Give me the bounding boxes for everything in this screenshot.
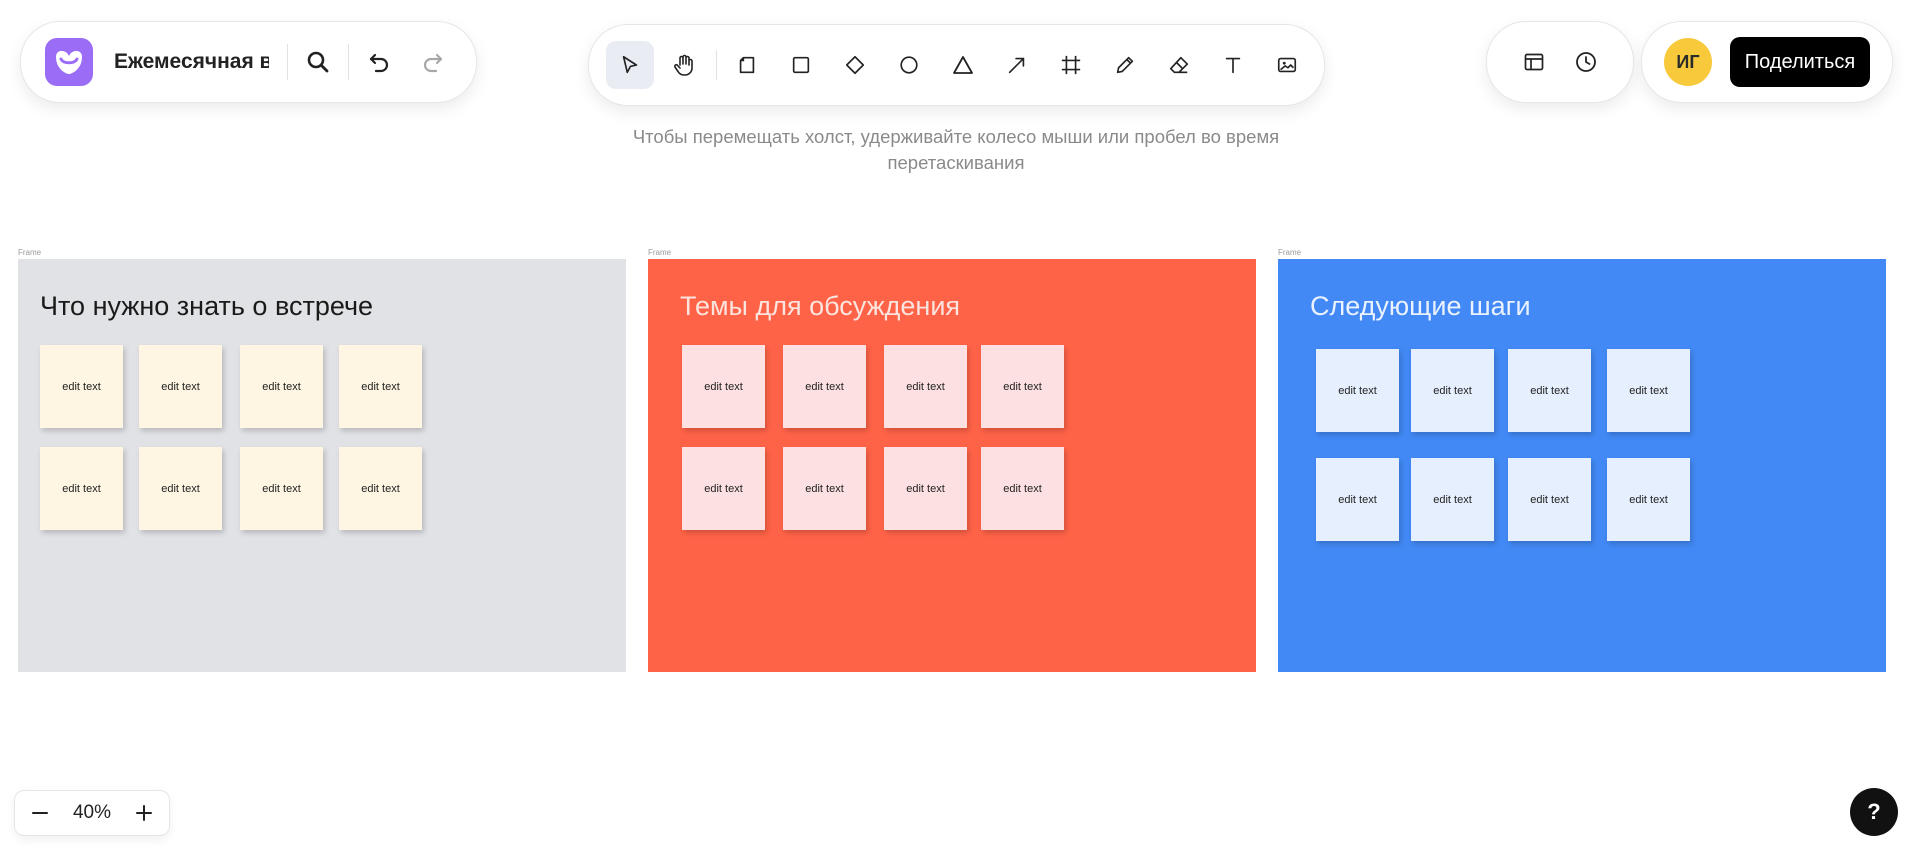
canvas[interactable]: Ежемесячная в Чтобы перемещать холст, уд… <box>0 0 1906 850</box>
user-controls: ИГ Поделиться <box>1641 21 1893 103</box>
sticky-note[interactable]: edit text <box>1316 458 1399 541</box>
image-tool[interactable] <box>1263 41 1311 89</box>
sticky-note[interactable]: edit text <box>1316 349 1399 432</box>
sticky-note[interactable]: edit text <box>783 345 866 428</box>
text-icon <box>1225 57 1241 74</box>
logo-icon <box>56 50 82 74</box>
frame-label[interactable]: Frame <box>1278 248 1301 257</box>
zoom-level: 40% <box>72 802 112 823</box>
zoom-in-button[interactable] <box>129 798 159 828</box>
board-header: Ежемесячная в <box>20 21 477 103</box>
app-logo[interactable] <box>45 38 93 86</box>
zoom-control: 40% <box>14 790 170 836</box>
select-tool[interactable] <box>606 41 654 89</box>
ellipse-tool[interactable] <box>885 41 933 89</box>
sticky-note[interactable]: edit text <box>1411 349 1494 432</box>
sticky-note[interactable]: edit text <box>682 345 765 428</box>
square-icon <box>792 56 810 74</box>
redo-icon <box>423 53 443 73</box>
undo-icon <box>369 53 389 73</box>
frame-title[interactable]: Следующие шаги <box>1310 291 1531 322</box>
canvas-hint: Чтобы перемещать холст, удерживайте коле… <box>632 126 1280 173</box>
frame[interactable]: Темы для обсуждения edit text edit text edi… <box>648 259 1256 672</box>
layout-button[interactable] <box>1522 50 1546 74</box>
triangle-tool[interactable] <box>939 41 987 89</box>
sticky-note[interactable]: edit text <box>1607 458 1690 541</box>
eraser-icon <box>1169 56 1189 74</box>
sticky-note[interactable]: edit text <box>139 345 222 428</box>
undo-button[interactable] <box>349 38 409 86</box>
arrow-tool[interactable] <box>993 41 1041 89</box>
frame-title[interactable]: Что нужно знать о встрече <box>40 291 373 322</box>
frame[interactable]: Следующие шаги edit text edit text edit tex… <box>1278 259 1886 672</box>
sticky-note[interactable]: edit text <box>240 447 323 530</box>
sticky-note[interactable]: edit text <box>339 447 422 530</box>
sticky-note[interactable]: edit text <box>40 345 123 428</box>
redo-button[interactable] <box>409 38 457 86</box>
frame[interactable]: Что нужно знать о встрече edit text edit t… <box>18 259 626 672</box>
frame-label[interactable]: Frame <box>648 248 671 257</box>
diamond-tool[interactable] <box>831 41 879 89</box>
history-button[interactable] <box>1574 50 1598 74</box>
board-title[interactable]: Ежемесячная в <box>114 50 269 74</box>
frame-icon <box>1061 55 1081 75</box>
search-button[interactable] <box>288 38 348 86</box>
arrow-icon <box>1008 57 1025 74</box>
sticky-note[interactable]: edit text <box>1411 458 1494 541</box>
sticky-note[interactable]: edit text <box>1508 349 1591 432</box>
sticky-note[interactable]: edit text <box>884 447 967 530</box>
sticky-note[interactable]: edit text <box>682 447 765 530</box>
cursor-icon <box>622 55 638 74</box>
sticky-note[interactable]: edit text <box>40 447 123 530</box>
sticky-note[interactable]: edit text <box>981 447 1064 530</box>
clock-icon <box>1576 52 1596 72</box>
sticky-note[interactable]: edit text <box>1607 349 1690 432</box>
frame-tool[interactable] <box>1047 41 1095 89</box>
avatar[interactable]: ИГ <box>1664 38 1712 86</box>
hand-icon <box>674 54 693 76</box>
pencil-tool[interactable] <box>1101 41 1149 89</box>
hand-tool[interactable] <box>660 41 708 89</box>
sticky-note[interactable]: edit text <box>1508 458 1591 541</box>
search-icon <box>307 51 329 73</box>
zoom-out-button[interactable] <box>25 798 55 828</box>
sticky-note[interactable]: edit text <box>783 447 866 530</box>
layout-icon <box>1524 53 1544 71</box>
circle-icon <box>900 56 918 74</box>
share-button[interactable]: Поделиться <box>1730 37 1870 87</box>
image-icon <box>1277 57 1297 73</box>
frame-label[interactable]: Frame <box>18 248 41 257</box>
frame-title[interactable]: Темы для обсуждения <box>680 291 960 322</box>
sticky-note[interactable]: edit text <box>884 345 967 428</box>
sticky-note[interactable]: edit text <box>339 345 422 428</box>
minus-icon <box>32 812 48 814</box>
triangle-icon <box>953 56 973 74</box>
view-controls <box>1486 21 1634 103</box>
divider <box>716 50 717 80</box>
sticky-note[interactable]: edit text <box>139 447 222 530</box>
tools-toolbar <box>588 24 1325 106</box>
diamond-icon <box>845 55 865 75</box>
sticky-note[interactable]: edit text <box>981 345 1064 428</box>
plus-icon <box>136 805 152 821</box>
eraser-tool[interactable] <box>1155 41 1203 89</box>
help-button[interactable]: ? <box>1850 788 1898 836</box>
sticky-note-icon <box>739 56 755 74</box>
sticky-note-tool[interactable] <box>723 41 771 89</box>
rectangle-tool[interactable] <box>777 41 825 89</box>
text-tool[interactable] <box>1209 41 1257 89</box>
sticky-note[interactable]: edit text <box>240 345 323 428</box>
pencil-icon <box>1116 56 1134 74</box>
